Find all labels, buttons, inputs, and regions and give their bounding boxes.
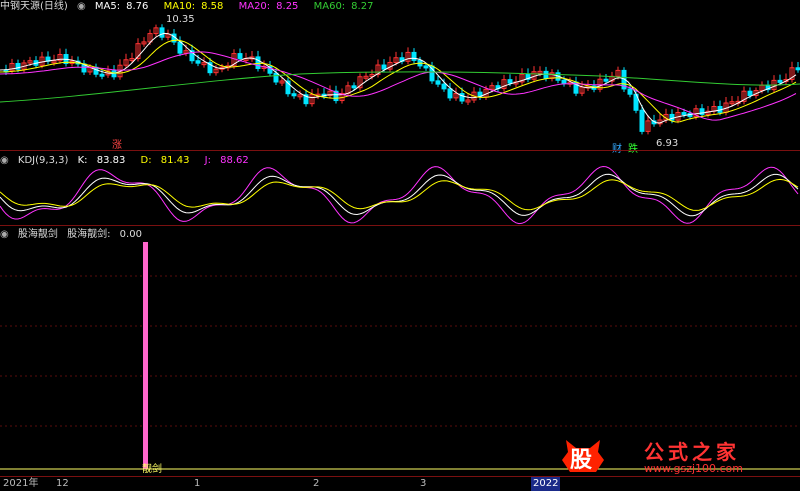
site-logo: 股 公式之家 www.gszj100.com xyxy=(560,436,800,476)
candle xyxy=(447,88,453,99)
axis-label: 2022 xyxy=(531,477,561,491)
candle xyxy=(423,65,429,69)
axis-label: 1 xyxy=(194,478,201,489)
candle xyxy=(681,112,687,116)
candle xyxy=(627,88,633,95)
candle xyxy=(159,27,165,38)
signal-label: 靓剑 xyxy=(142,464,162,475)
candle xyxy=(255,56,261,69)
date-axis: 2021年 12 1 2 3 2022 xyxy=(0,476,800,491)
candle xyxy=(291,93,297,97)
price-panel[interactable]: 中钢天源(日线) ◉ MA5: 8.76 MA10: 8.58 MA20: 8.25 … xyxy=(0,0,800,155)
axis-label: 2021年 xyxy=(3,478,39,489)
candle xyxy=(381,64,387,70)
kdj-panel[interactable]: ◉ KDJ(9,3,3) K: 83.83 D: 81.43 J: 88.62 xyxy=(0,151,800,225)
candle xyxy=(237,53,243,59)
zhang-marker: 涨 xyxy=(112,140,122,151)
logo-text: 公式之家 xyxy=(644,440,740,464)
signal-bar xyxy=(143,242,148,469)
candle xyxy=(795,67,800,71)
kdj-chart xyxy=(0,165,799,225)
candle xyxy=(273,72,279,83)
candle xyxy=(411,51,417,61)
candle xyxy=(441,83,447,90)
candle xyxy=(777,79,783,83)
high-price-label: 10.35 xyxy=(166,14,195,25)
logo-url: www.gszj100.com xyxy=(644,462,744,475)
candle xyxy=(435,80,441,85)
candle xyxy=(99,73,105,77)
candle xyxy=(507,79,513,84)
candle xyxy=(543,70,549,79)
candle xyxy=(561,79,567,85)
candle xyxy=(603,78,609,82)
axis-label: 3 xyxy=(420,478,427,489)
candlestick-chart xyxy=(0,24,800,135)
logo-char: 股 xyxy=(570,448,593,473)
candle xyxy=(351,85,357,89)
axis-label: 2 xyxy=(313,478,320,489)
candle xyxy=(639,109,645,132)
candle xyxy=(177,41,183,54)
axis-label: 12 xyxy=(56,478,69,489)
candle xyxy=(195,60,201,64)
low-price-label: 6.93 xyxy=(656,138,679,149)
candle xyxy=(747,90,753,97)
